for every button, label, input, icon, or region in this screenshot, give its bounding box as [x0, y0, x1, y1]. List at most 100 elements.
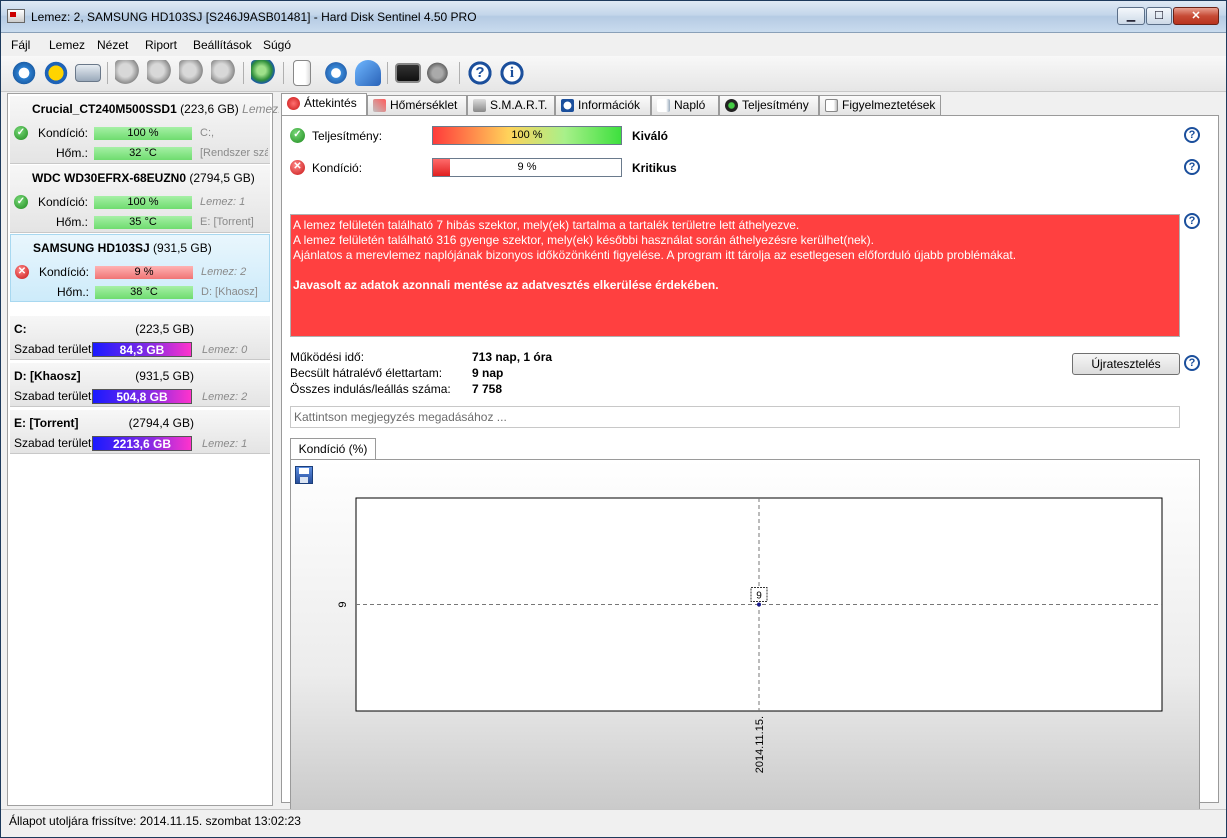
menu-file[interactable]: Fájl	[11, 38, 30, 52]
health-value: 9 %	[517, 161, 537, 173]
free-space-bar: 504,8 GB	[92, 389, 192, 404]
refresh-icon[interactable]	[11, 60, 37, 86]
retest-button[interactable]: Újratesztelés	[1072, 353, 1180, 375]
maximize-button[interactable]: ☐	[1146, 7, 1172, 25]
partition-card[interactable]: C: (223,5 GB) Szabad terület 84,3 GB Lem…	[10, 316, 270, 360]
partition-disk: Lemez: 1	[202, 438, 248, 450]
error-icon: ✕	[290, 160, 305, 175]
speaker-icon[interactable]	[427, 60, 453, 86]
menu-report[interactable]: Riport	[145, 38, 177, 52]
disk-title: SAMSUNG HD103SJ (931,5 GB)	[33, 241, 212, 255]
info-icon[interactable]: i	[499, 60, 525, 86]
tab-label: Hőmérséklet	[390, 98, 458, 112]
partition-capacity: (2794,4 GB)	[128, 416, 194, 430]
report-icon[interactable]	[293, 60, 313, 86]
cable-icon[interactable]	[115, 60, 141, 86]
app-window: Lemez: 2, SAMSUNG HD103SJ [S246J9ASB0148…	[0, 0, 1227, 838]
main-area: Áttekintés Hőmérséklet S.M.A.R.T. Inform…	[279, 93, 1221, 818]
tab-overview[interactable]: Áttekintés	[281, 93, 367, 116]
tab-information[interactable]: Információk	[555, 95, 651, 115]
help-icon[interactable]: ?	[1184, 213, 1200, 229]
disk-capacity: (223,6 GB)	[180, 102, 239, 116]
network-icon[interactable]	[355, 60, 381, 86]
remaining-life-value: 9 nap	[472, 366, 504, 380]
info-icon	[561, 99, 574, 112]
thermometer-icon	[373, 99, 386, 112]
remaining-life-label: Becsült hátralévő élettartam:	[290, 366, 443, 380]
menu-view[interactable]: Nézet	[97, 38, 128, 52]
partition-card[interactable]: D: [Khaosz] (931,5 GB) Szabad terület 50…	[10, 363, 270, 407]
alert-line: A lemez felületén található 316 gyenge s…	[293, 233, 874, 247]
monitor-icon[interactable]	[395, 63, 421, 83]
gauge-icon	[725, 99, 738, 112]
sync-icon[interactable]	[323, 60, 349, 86]
globe-icon[interactable]	[251, 60, 277, 86]
partition-capacity: (223,5 GB)	[135, 322, 194, 336]
chart-area: 9 2014.11.15. 9	[290, 459, 1200, 818]
disk-card-selected[interactable]: SAMSUNG HD103SJ (931,5 GB) ✕ Kondíció: 9…	[10, 234, 270, 302]
check-ok-icon: ✓	[290, 128, 305, 143]
partition-card[interactable]: E: [Torrent] (2794,4 GB) Szabad terület …	[10, 410, 270, 454]
tab-bar: Áttekintés Hőmérséklet S.M.A.R.T. Inform…	[279, 93, 1221, 116]
free-space-bar: 84,3 GB	[92, 342, 192, 357]
data-label: 9	[756, 591, 762, 602]
health-bar: 100 %	[94, 196, 192, 209]
cable-ok-icon[interactable]	[179, 60, 205, 86]
toolbar-separator	[107, 62, 108, 84]
close-button[interactable]: ✕	[1173, 7, 1219, 25]
temperature-bar: 32 °C	[94, 147, 192, 160]
chart-tab-health[interactable]: Kondíció (%)	[290, 438, 376, 460]
disk-card[interactable]: WDC WD30EFRX-68EUZN0 (2794,5 GB) ✓ Kondí…	[10, 165, 270, 233]
health-bar: 9 %	[432, 158, 622, 177]
menu-bar: Fájl Lemez Nézet Riport Beállítások Súgó	[1, 34, 1226, 56]
cable-settings-icon[interactable]	[211, 60, 237, 86]
disk-capacity: (931,5 GB)	[153, 241, 212, 255]
free-space-label: Szabad terület	[14, 342, 92, 356]
disk-name: WDC WD30EFRX-68EUZN0	[32, 171, 187, 185]
partition-disk: Lemez: 0	[202, 344, 248, 356]
tab-label: Figyelmeztetések	[842, 98, 936, 112]
alert-icon[interactable]	[43, 60, 69, 86]
smart-icon	[473, 99, 486, 112]
y-tick-label: 9	[337, 601, 349, 607]
tab-label: Teljesítmény	[742, 98, 809, 112]
log-icon	[657, 99, 670, 112]
window-title: Lemez: 2, SAMSUNG HD103SJ [S246J9ASB0148…	[31, 10, 477, 24]
status-bar: Állapot utoljára frissítve: 2014.11.15. …	[1, 809, 1226, 831]
menu-help[interactable]: Súgó	[263, 38, 291, 52]
free-space-label: Szabad terület	[14, 436, 92, 450]
disk-card[interactable]: Crucial_CT240M500SSD1 (223,6 GB) Lemez: …	[10, 96, 282, 164]
disk-partitions: C:,	[200, 127, 215, 139]
document-icon	[293, 60, 311, 86]
cable-warning-icon[interactable]	[147, 60, 173, 86]
help-icon[interactable]: ?	[1184, 127, 1200, 143]
tab-temperature[interactable]: Hőmérséklet	[367, 95, 467, 115]
health-label: Kondíció:	[37, 126, 88, 140]
overview-panel: ✓ Teljesítmény: 100 % Kiváló ? ✕ Kondíci…	[281, 115, 1219, 818]
tab-alerts[interactable]: Figyelmeztetések	[819, 95, 941, 115]
error-icon	[287, 97, 300, 110]
tab-performance[interactable]: Teljesítmény	[719, 95, 819, 115]
tab-label: Információk	[578, 98, 641, 112]
temperature-label: Hőm.:	[55, 146, 88, 160]
help-icon[interactable]: ?	[467, 60, 493, 86]
tab-smart[interactable]: S.M.A.R.T.	[467, 95, 555, 115]
help-icon[interactable]: ?	[1184, 159, 1200, 175]
disk-title: Crucial_CT240M500SSD1 (223,6 GB) Lemez:	[32, 102, 282, 116]
menu-disk[interactable]: Lemez	[49, 38, 85, 52]
alert-line: Ajánlatos a merevlemez naplójának bizony…	[293, 248, 1017, 262]
title-bar[interactable]: Lemez: 2, SAMSUNG HD103SJ [S246J9ASB0148…	[1, 1, 1226, 33]
note-input[interactable]: Kattintson megjegyzés megadásához ...	[290, 406, 1180, 428]
tab-log[interactable]: Napló	[651, 95, 719, 115]
disk-number: Lemez: 2	[201, 266, 247, 278]
disk-list-panel: Crucial_CT240M500SSD1 (223,6 GB) Lemez: …	[7, 93, 282, 806]
disk-volume-label: E: [Torrent]	[200, 216, 254, 228]
minimize-button[interactable]: ▁	[1117, 7, 1145, 25]
toolbar: ? i	[1, 56, 1226, 92]
help-icon[interactable]: ?	[1184, 355, 1200, 371]
performance-bar: 100 %	[432, 126, 622, 145]
uptime-value: 713 nap, 1 óra	[472, 350, 553, 364]
menu-settings[interactable]: Beállítások	[193, 38, 252, 52]
app-icon[interactable]	[7, 9, 25, 23]
disk-icon[interactable]	[75, 64, 101, 82]
